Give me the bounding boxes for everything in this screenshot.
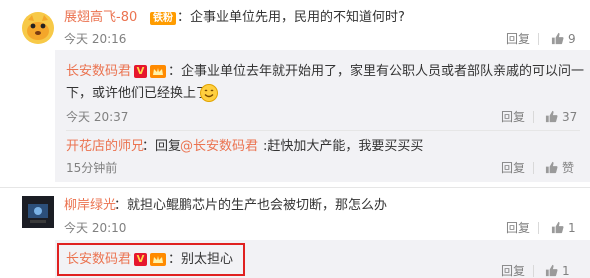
thumbs-up-icon[interactable] — [551, 221, 564, 234]
thumbs-up-icon[interactable] — [545, 161, 558, 174]
mention-link[interactable]: @长安数码君 — [180, 139, 258, 155]
comment-username[interactable]: 柳岸绿光 — [64, 198, 116, 214]
comment-text: ：企事业单位先用，民用的不知道何时? — [177, 10, 405, 25]
reply-time: 今天 20:37 — [66, 110, 129, 124]
reply-button[interactable]: 回复 — [501, 110, 525, 124]
crown-badge-icon — [150, 253, 166, 266]
dark-avatar-icon — [22, 196, 54, 228]
reply-word: ：回复 — [142, 139, 182, 154]
action-separator — [533, 111, 534, 123]
reply-text-line1: ：企事业单位去年就开始用了，家里有公职人员或者部队亲戚的可以问一 — [168, 64, 585, 79]
like-label[interactable]: 赞 — [562, 161, 574, 175]
reply-text-line2: 下，或许他们已经换上了 — [66, 86, 210, 101]
action-separator — [533, 265, 534, 277]
comment-time: 今天 20:16 — [64, 32, 127, 46]
reply-text: ：别太担心 — [168, 252, 234, 267]
reply-button[interactable]: 回复 — [506, 32, 530, 46]
reply-button[interactable]: 回复 — [506, 221, 530, 235]
like-count: 9 — [568, 32, 576, 46]
crown-badge-icon — [150, 65, 166, 78]
fan-badge: 铁粉 — [150, 12, 176, 25]
v-badge-icon: V — [134, 65, 147, 78]
avatar[interactable] — [22, 12, 54, 44]
divider — [0, 187, 590, 188]
like-count: 1 — [568, 221, 576, 235]
reply-time: 15分钟前 — [66, 161, 118, 175]
divider — [66, 130, 580, 131]
reply-text: :赶快加大产能，我要买买买 — [263, 139, 424, 154]
action-separator — [533, 162, 534, 174]
reply-button[interactable]: 回复 — [501, 264, 525, 278]
reply-username[interactable]: 长安数码君 — [66, 252, 131, 268]
thumbs-up-icon[interactable] — [545, 110, 558, 123]
smile-emoji-icon — [200, 84, 218, 102]
like-count: 37 — [562, 110, 578, 124]
action-separator — [538, 222, 539, 234]
reply-username[interactable]: 长安数码君 — [66, 64, 131, 80]
reply-username[interactable]: 开花店的师兄 — [66, 139, 144, 155]
reply-button[interactable]: 回复 — [501, 161, 525, 175]
comment-username[interactable]: 展翅高飞-80 — [64, 10, 137, 26]
v-badge-icon: V — [134, 253, 147, 266]
avatar[interactable] — [22, 196, 54, 228]
doge-avatar-icon — [22, 12, 54, 44]
comment-time: 今天 20:10 — [64, 221, 127, 235]
comment-text: ：就担心鲲鹏芯片的生产也会被切断，那怎么办 — [114, 198, 388, 213]
action-separator — [538, 33, 539, 45]
thumbs-up-icon[interactable] — [545, 264, 558, 277]
like-count: 1 — [562, 264, 570, 278]
thumbs-up-icon[interactable] — [551, 32, 564, 45]
